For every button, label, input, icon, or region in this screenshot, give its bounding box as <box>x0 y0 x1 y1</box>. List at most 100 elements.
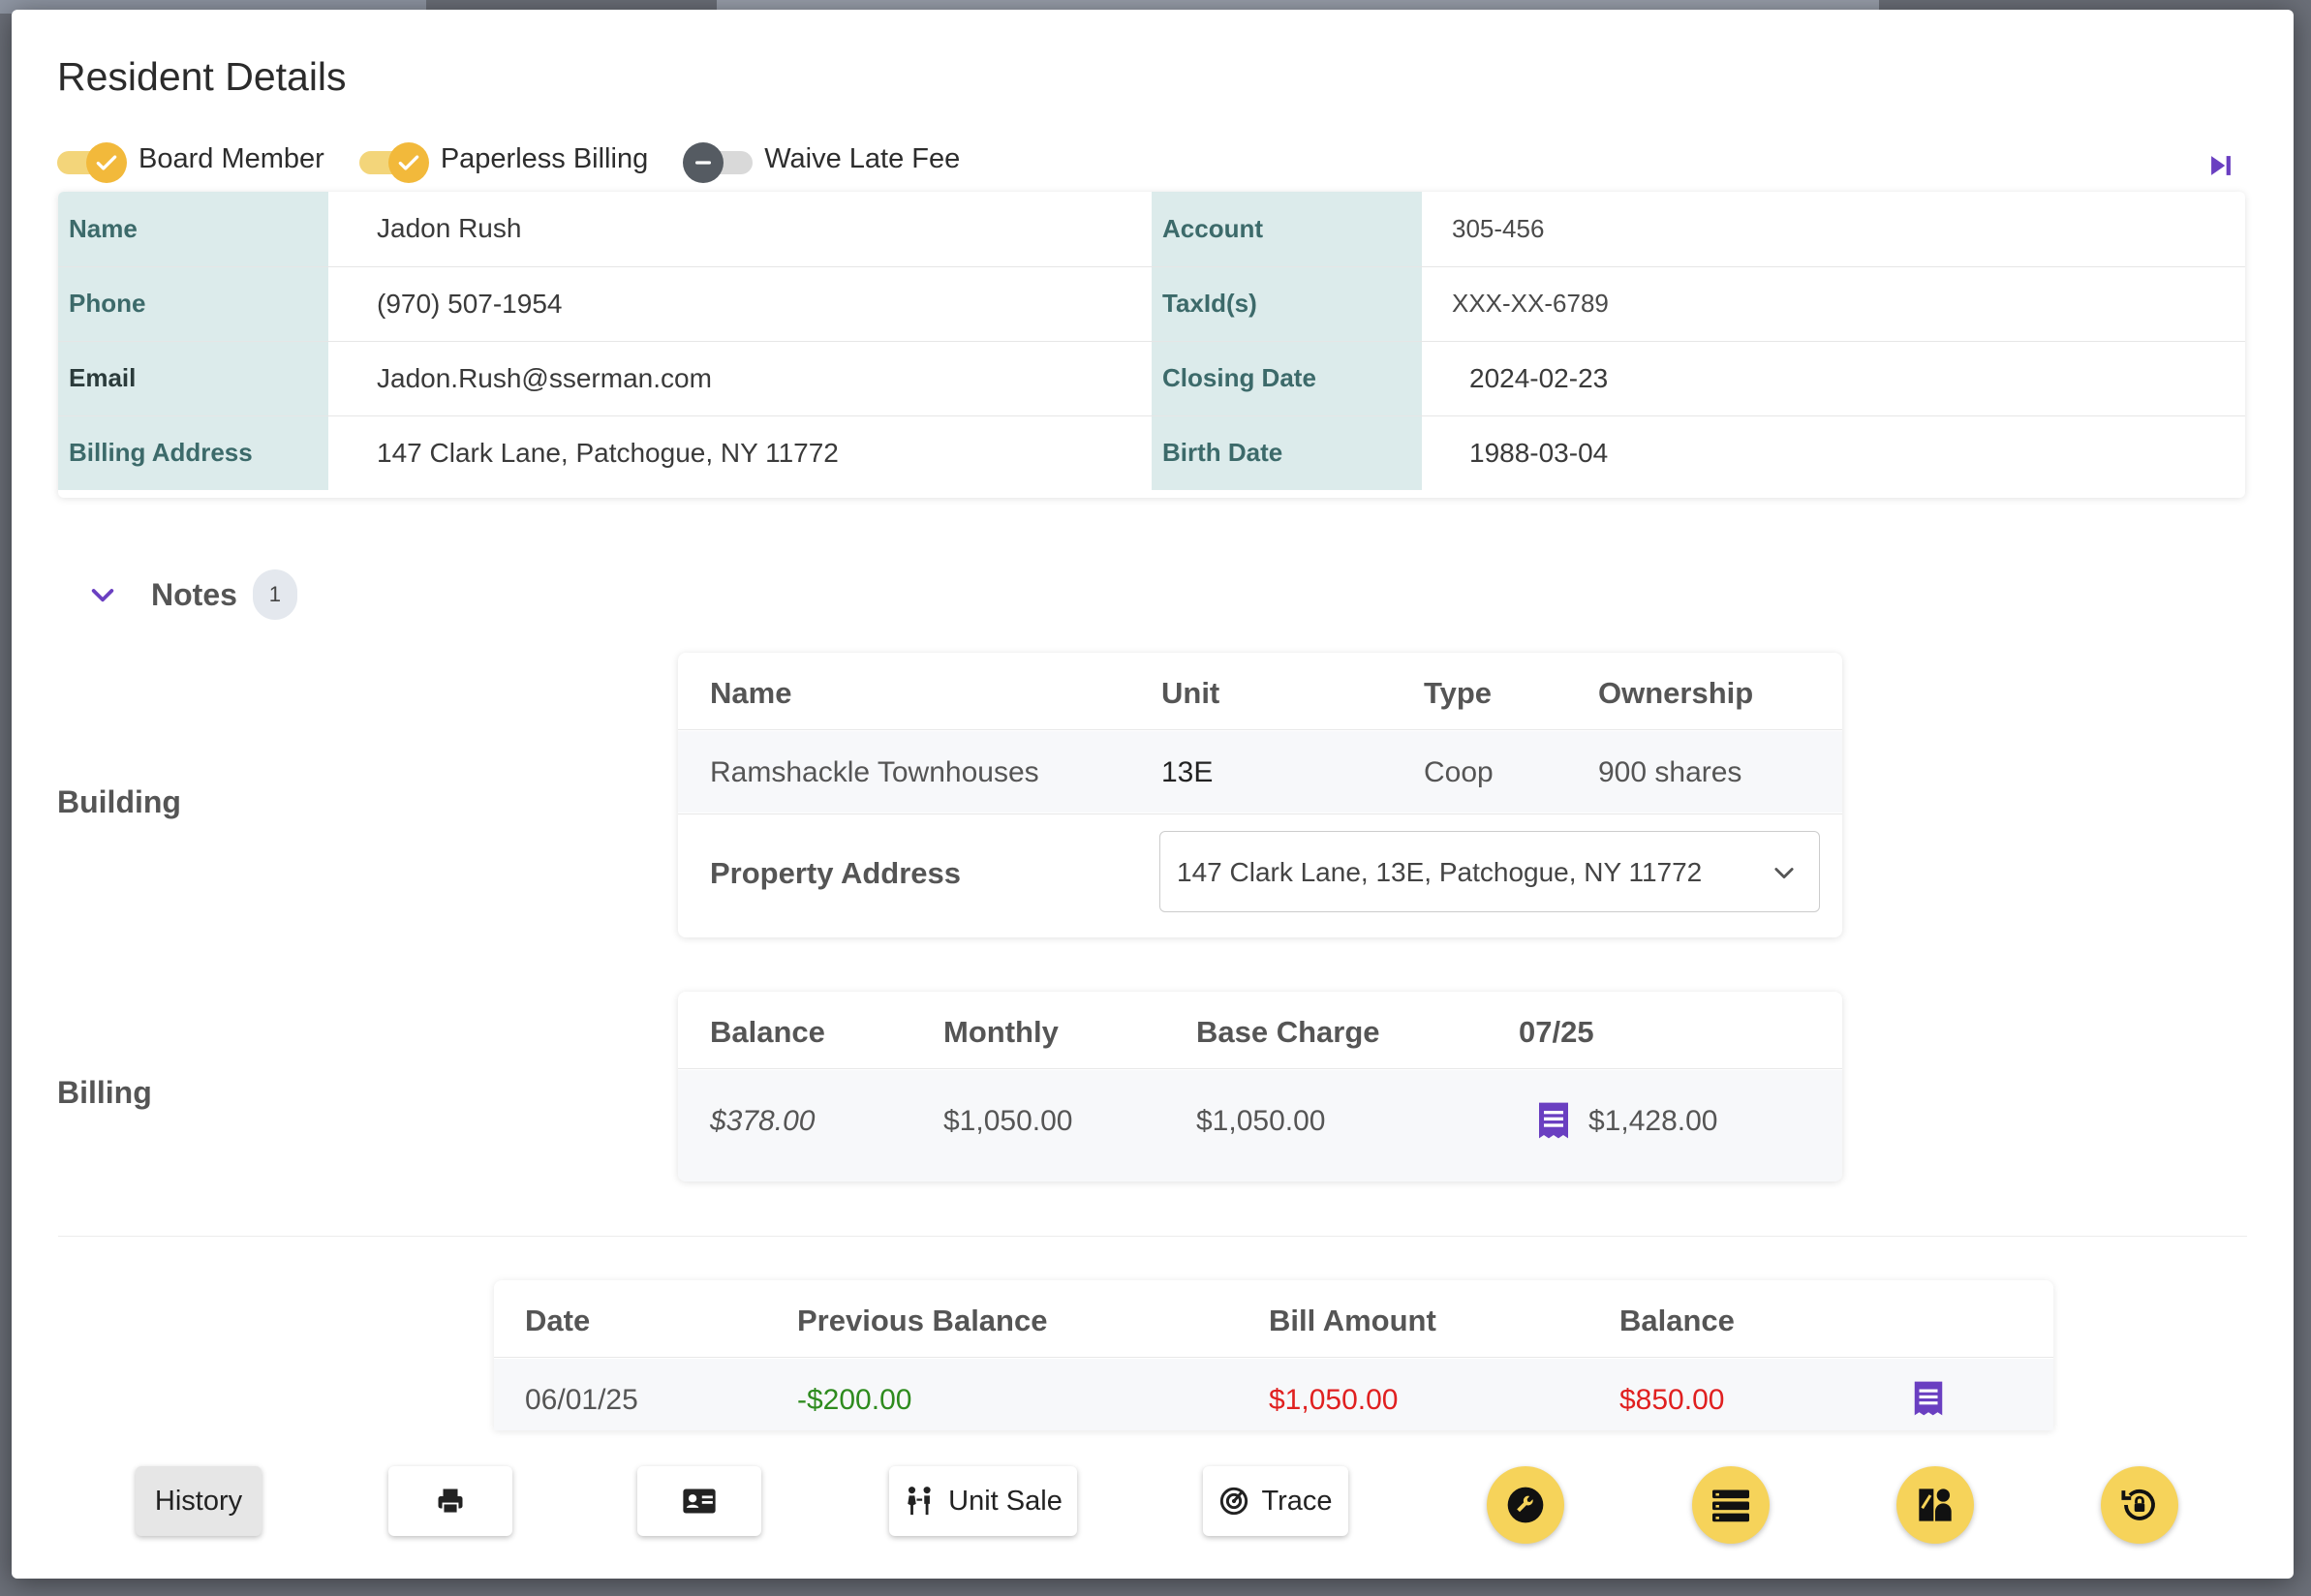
minus-icon <box>683 142 724 183</box>
property-address-label: Property Address <box>710 856 961 890</box>
notes-toggle[interactable]: Notes 1 <box>87 569 297 620</box>
building-card: Name Unit Type Ownership Ramshackle Town… <box>678 653 1842 937</box>
board-member-label: Board Member <box>139 142 324 174</box>
print-button[interactable] <box>388 1466 512 1536</box>
history-date-header: Date <box>525 1304 591 1337</box>
billing-base-charge-value: $1,050.00 <box>1196 1105 1326 1137</box>
people-transfer-icon <box>908 1487 931 1516</box>
resident-details-modal: Resident Details Board Member Paperless … <box>12 10 2294 1579</box>
account-label: Account <box>1152 192 1422 267</box>
building-name-header: Name <box>710 676 792 710</box>
building-ownership-value: 900 shares <box>1598 756 1742 788</box>
building-unit-header: Unit <box>1161 676 1220 710</box>
person-shapes-icon <box>1919 1489 1952 1521</box>
table-row: 06/01/25 -$200.00 $1,050.00 $850.00 <box>494 1359 2053 1430</box>
billing-section-label: Billing <box>57 1075 152 1110</box>
billing-address-label: Billing Address <box>58 415 328 490</box>
billing-row: $378.00 $1,050.00 $1,050.00 $1,428.00 <box>678 1070 1842 1182</box>
building-unit-value: 13E <box>1161 756 1214 788</box>
chevron-down-icon[interactable] <box>87 579 118 610</box>
info-row: Phone (970) 507-1954 TaxId(s) XXX-XX-678… <box>58 266 2245 342</box>
modal-title: Resident Details <box>57 54 347 99</box>
trace-label: Trace <box>1261 1485 1333 1517</box>
birth-date-value: 1988-03-04 <box>1469 437 1609 468</box>
bottom-toolbar: History Unit Sale Trace <box>12 1457 2294 1579</box>
check-icon <box>86 142 127 183</box>
notes-count-badge: 1 <box>252 569 297 620</box>
trace-button[interactable]: Trace <box>1203 1466 1348 1536</box>
radar-icon <box>1220 1487 1248 1516</box>
building-ownership-header: Ownership <box>1598 676 1754 710</box>
history-balance-header: Balance <box>1619 1304 1735 1337</box>
billing-balance-header: Balance <box>710 1015 825 1049</box>
history-prev-balance-header: Previous Balance <box>797 1304 1048 1337</box>
billing-period-amount: $1,428.00 <box>1588 1105 1718 1137</box>
board-member-switch[interactable] <box>57 142 127 183</box>
chevron-down-icon <box>1774 868 1794 879</box>
building-type-header: Type <box>1424 676 1493 710</box>
property-address-value: 147 Clark Lane, 13E, Patchogue, NY 11772 <box>1177 857 1703 887</box>
taxid-label: TaxId(s) <box>1152 266 1422 342</box>
building-type-value: Coop <box>1424 756 1494 788</box>
building-row: Ramshackle Townhouses 13E Coop 900 share… <box>678 731 1842 813</box>
billing-history-table: Date Previous Balance Bill Amount Balanc… <box>494 1280 2053 1430</box>
birth-date-label: Birth Date <box>1152 415 1422 490</box>
paperless-billing-toggle[interactable]: Paperless Billing <box>358 142 649 183</box>
billing-base-charge-header: Base Charge <box>1196 1015 1380 1049</box>
history-button[interactable]: History <box>136 1466 262 1536</box>
list-icon <box>1712 1489 1749 1522</box>
history-header: Date Previous Balance Bill Amount Balanc… <box>494 1280 2053 1358</box>
billing-monthly-header: Monthly <box>943 1015 1059 1049</box>
property-address-select[interactable]: 147 Clark Lane, 13E, Patchogue, NY 11772 <box>1159 831 1820 912</box>
history-bill-amount-value: $1,050.00 <box>1269 1384 1399 1416</box>
toggle-row: Board Member Paperless Billing Waive Lat… <box>57 138 995 183</box>
board-member-toggle[interactable]: Board Member <box>57 142 324 183</box>
paperless-billing-switch[interactable] <box>358 142 429 183</box>
name-label: Name <box>58 192 328 267</box>
printer-icon <box>438 1489 463 1515</box>
billing-header: Balance Monthly Base Charge 07/25 <box>678 992 1842 1069</box>
wrench-icon <box>1507 1487 1544 1523</box>
billing-card: Balance Monthly Base Charge 07/25 $378.0… <box>678 992 1842 1182</box>
closing-date-label: Closing Date <box>1152 341 1422 416</box>
restore-lock-button[interactable] <box>2101 1466 2178 1544</box>
waive-late-fee-toggle[interactable]: Waive Late Fee <box>683 142 960 183</box>
history-bill-amount-header: Bill Amount <box>1269 1304 1436 1337</box>
phone-value: (970) 507-1954 <box>328 266 1152 342</box>
lock-restore-icon <box>2121 1489 2155 1520</box>
history-balance-value: $850.00 <box>1619 1384 1725 1416</box>
waive-late-fee-switch[interactable] <box>683 142 754 183</box>
check-icon <box>387 142 429 183</box>
info-row: Name Jadon Rush Account 305-456 <box>58 192 2245 267</box>
billing-period-header: 07/25 <box>1519 1015 1594 1049</box>
billing-monthly-value: $1,050.00 <box>943 1105 1073 1137</box>
history-button-label: History <box>154 1485 243 1517</box>
name-value: Jadon Rush <box>328 192 1152 267</box>
billing-address-value: 147 Clark Lane, Patchogue, NY 11772 <box>377 437 839 468</box>
skip-to-end-icon[interactable] <box>2204 149 2237 182</box>
building-section-label: Building <box>57 784 181 819</box>
unit-sale-button[interactable]: Unit Sale <box>889 1466 1077 1536</box>
billing-balance-value: $378.00 <box>710 1105 816 1137</box>
wrench-button[interactable] <box>1487 1466 1564 1544</box>
contact-card-button[interactable] <box>637 1466 761 1536</box>
resident-info-card: Name Jadon Rush Account 305-456 Phone (9… <box>58 192 2245 498</box>
history-prev-balance-value: -$200.00 <box>797 1384 912 1416</box>
notes-label: Notes <box>151 576 237 612</box>
email-label: Email <box>58 341 328 416</box>
email-value: Jadon.Rush@sserman.com <box>328 341 1152 416</box>
people-shapes-button[interactable] <box>1896 1466 1974 1544</box>
info-row: Email Jadon.Rush@sserman.com Closing Dat… <box>58 341 2245 416</box>
info-row: Billing Address 147 Clark Lane, Patchogu… <box>58 415 2245 490</box>
resident-info-table: Name Jadon Rush Account 305-456 Phone (9… <box>58 192 2245 490</box>
section-divider <box>58 1236 2247 1237</box>
id-card-icon <box>683 1489 716 1514</box>
unit-sale-label: Unit Sale <box>948 1485 1063 1517</box>
paperless-billing-label: Paperless Billing <box>440 142 649 174</box>
list-button[interactable] <box>1692 1466 1770 1544</box>
account-value: 305-456 <box>1422 192 2245 267</box>
receipt-icon[interactable] <box>1534 1099 1573 1142</box>
receipt-icon[interactable] <box>1910 1378 1947 1419</box>
building-header: Name Unit Type Ownership <box>678 653 1842 730</box>
phone-label: Phone <box>58 266 328 342</box>
